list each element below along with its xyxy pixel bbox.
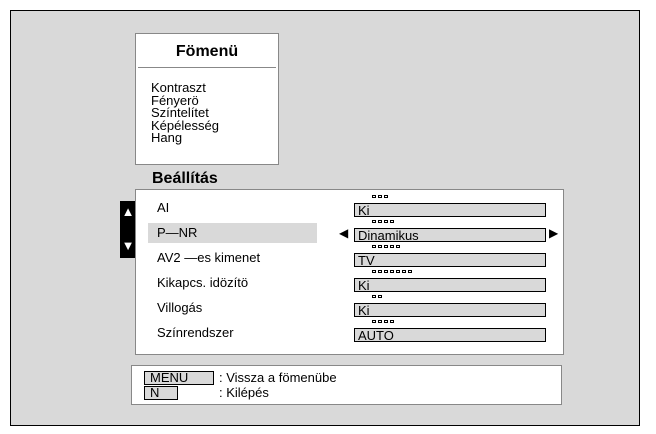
scroll-up-icon[interactable]: ▲ bbox=[120, 205, 136, 219]
n-key-button[interactable]: N bbox=[144, 386, 178, 400]
setting-value[interactable]: Ki bbox=[354, 303, 546, 317]
level-dot bbox=[390, 245, 394, 248]
setting-label: Villogás bbox=[157, 300, 203, 315]
submenu-panel: AI Ki P—NR ◀ Dinamikus ▶ AV2 —es kimenet… bbox=[135, 189, 564, 355]
scroll-down-icon[interactable]: ▼ bbox=[120, 239, 136, 253]
setting-row-ai[interactable]: AI Ki bbox=[136, 195, 565, 218]
level-dot bbox=[384, 195, 388, 198]
level-dot bbox=[384, 320, 388, 323]
level-dot bbox=[384, 220, 388, 223]
setting-row-villogas[interactable]: Villogás Ki bbox=[136, 295, 565, 318]
level-dot bbox=[372, 270, 376, 273]
level-dot bbox=[372, 195, 376, 198]
arrow-right-icon[interactable]: ▶ bbox=[549, 226, 558, 240]
setting-value[interactable]: Dinamikus bbox=[354, 228, 546, 242]
level-dot bbox=[402, 270, 406, 273]
main-menu-list: Kontraszt Fényerö Színtelítet Képélesség… bbox=[151, 81, 219, 145]
setting-row-av2[interactable]: AV2 —es kimenet TV bbox=[136, 245, 565, 268]
setting-value[interactable]: Ki bbox=[354, 203, 546, 217]
setting-value[interactable]: TV bbox=[354, 253, 546, 267]
level-dot bbox=[372, 295, 376, 298]
level-dots bbox=[372, 195, 388, 198]
level-dots bbox=[372, 295, 382, 298]
menu-key-button[interactable]: MENU bbox=[144, 371, 214, 385]
level-dots bbox=[372, 270, 412, 273]
scroll-bar[interactable]: ▲ ▼ bbox=[120, 201, 136, 258]
level-dot bbox=[384, 245, 388, 248]
setting-label: AI bbox=[157, 200, 170, 215]
level-dot bbox=[372, 245, 376, 248]
setting-row-timer[interactable]: Kikapcs. idözítö Ki bbox=[136, 270, 565, 293]
level-dot bbox=[384, 270, 388, 273]
level-dots bbox=[372, 320, 394, 323]
level-dot bbox=[396, 245, 400, 248]
setting-label: AV2 —es kimenet bbox=[157, 250, 261, 265]
level-dots bbox=[372, 220, 394, 223]
setting-row-szinrendszer[interactable]: Színrendszer AUTO bbox=[136, 320, 565, 343]
menu-key-description: : Vissza a fömenübe bbox=[219, 370, 337, 385]
main-menu-title: Fömenü bbox=[138, 36, 276, 68]
level-dot bbox=[408, 270, 412, 273]
level-dot bbox=[378, 245, 382, 248]
level-dot bbox=[378, 320, 382, 323]
main-menu-panel: Fömenü Kontraszt Fényerö Színtelítet Kép… bbox=[135, 33, 279, 165]
level-dot bbox=[390, 270, 394, 273]
level-dot bbox=[396, 270, 400, 273]
level-dot bbox=[390, 320, 394, 323]
setting-label: Kikapcs. idözítö bbox=[157, 275, 249, 290]
level-dot bbox=[372, 220, 376, 223]
setting-row-pnr[interactable]: P—NR ◀ Dinamikus ▶ bbox=[136, 220, 565, 243]
setting-value[interactable]: AUTO bbox=[354, 328, 546, 342]
level-dot bbox=[378, 270, 382, 273]
setting-label: Színrendszer bbox=[157, 325, 234, 340]
level-dot bbox=[378, 220, 382, 223]
submenu-title-tab[interactable]: Beállítás bbox=[135, 165, 290, 192]
level-dot bbox=[372, 320, 376, 323]
n-key-description: : Kilépés bbox=[219, 385, 269, 400]
level-dot bbox=[378, 295, 382, 298]
arrow-left-icon[interactable]: ◀ bbox=[339, 226, 348, 240]
level-dot bbox=[390, 220, 394, 223]
main-menu-item-hang[interactable]: Hang bbox=[151, 132, 219, 145]
setting-label: P—NR bbox=[157, 225, 198, 240]
level-dots bbox=[372, 245, 400, 248]
setting-value[interactable]: Ki bbox=[354, 278, 546, 292]
level-dot bbox=[378, 195, 382, 198]
help-panel: MENU : Vissza a fömenübe N : Kilépés bbox=[131, 365, 562, 405]
